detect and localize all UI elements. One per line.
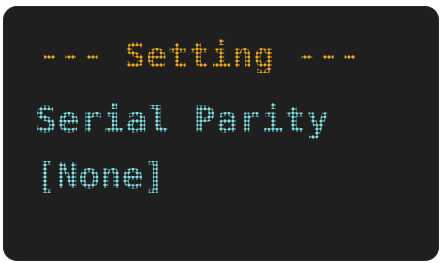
lcd-display: --- Setting --- Serial Parity [None] [3, 6, 439, 261]
setting-parameter-value: [None] [35, 156, 166, 197]
menu-title: --- Setting --- [39, 36, 362, 76]
setting-parameter-name: Serial Parity [35, 100, 330, 141]
